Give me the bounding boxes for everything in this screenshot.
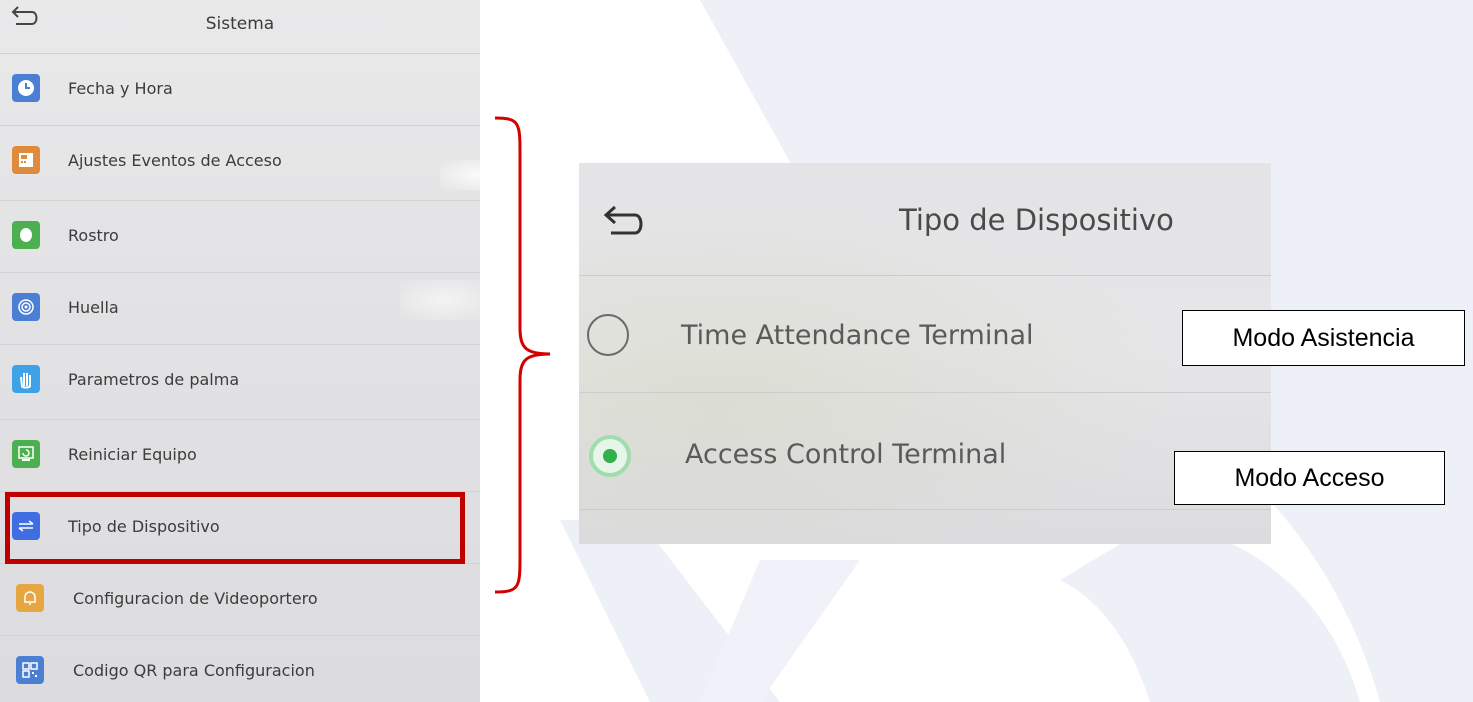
device-type-header: Tipo de Dispositivo [579, 163, 1271, 276]
face-icon [12, 221, 40, 249]
menu-item-label: Huella [68, 298, 119, 317]
restart-icon [12, 440, 40, 468]
option-label: Time Attendance Terminal [681, 320, 1034, 351]
fingerprint-icon [12, 293, 40, 321]
radio-access-control[interactable] [589, 435, 631, 477]
device-type-screen: Tipo de Dispositivo Time Attendance Term… [579, 163, 1271, 544]
access-mode-tag: Modo Acceso [1174, 451, 1445, 505]
system-header: Sistema [0, 0, 480, 54]
system-menu-screen: Sistema Fecha y Hora Ajustes Eventos de … [0, 0, 480, 702]
menu-item-parametros-palma[interactable]: Parametros de palma [0, 345, 480, 420]
highlight-frame [5, 492, 465, 564]
menu-item-videoportero[interactable]: Configuracion de Videoportero [0, 564, 480, 636]
bell-icon [16, 584, 44, 612]
menu-item-label: Parametros de palma [68, 370, 240, 389]
back-arrow-icon[interactable] [597, 203, 647, 243]
device-type-title: Tipo de Dispositivo [899, 203, 1174, 237]
menu-item-label: Codigo QR para Configuracion [73, 661, 315, 680]
system-title: Sistema [205, 14, 275, 34]
menu-item-huella[interactable]: Huella [0, 273, 480, 345]
qr-code-icon [16, 656, 44, 684]
option-time-attendance[interactable]: Time Attendance Terminal [579, 276, 1271, 393]
menu-item-label: Configuracion de Videoportero [73, 589, 318, 608]
attendance-mode-tag: Modo Asistencia [1182, 310, 1465, 366]
menu-item-label: Rostro [68, 226, 119, 245]
menu-item-rostro[interactable]: Rostro [0, 201, 480, 273]
menu-item-codigo-qr[interactable]: Codigo QR para Configuracion [0, 636, 480, 702]
bracket-connector [494, 116, 551, 594]
menu-item-fecha-hora[interactable]: Fecha y Hora [0, 54, 480, 126]
menu-item-label: Reiniciar Equipo [68, 445, 197, 464]
palm-icon [12, 365, 40, 393]
radio-time-attendance[interactable] [587, 314, 629, 356]
option-label: Access Control Terminal [685, 439, 1007, 470]
menu-item-label: Fecha y Hora [68, 79, 173, 98]
option-access-control[interactable]: Access Control Terminal [579, 393, 1271, 510]
menu-item-ajustes-eventos[interactable]: Ajustes Eventos de Acceso [0, 126, 480, 201]
menu-item-label: Ajustes Eventos de Acceso [68, 151, 282, 170]
clock-icon [12, 74, 40, 102]
menu-item-reiniciar[interactable]: Reiniciar Equipo [0, 420, 480, 492]
access-panel-icon [12, 146, 40, 174]
